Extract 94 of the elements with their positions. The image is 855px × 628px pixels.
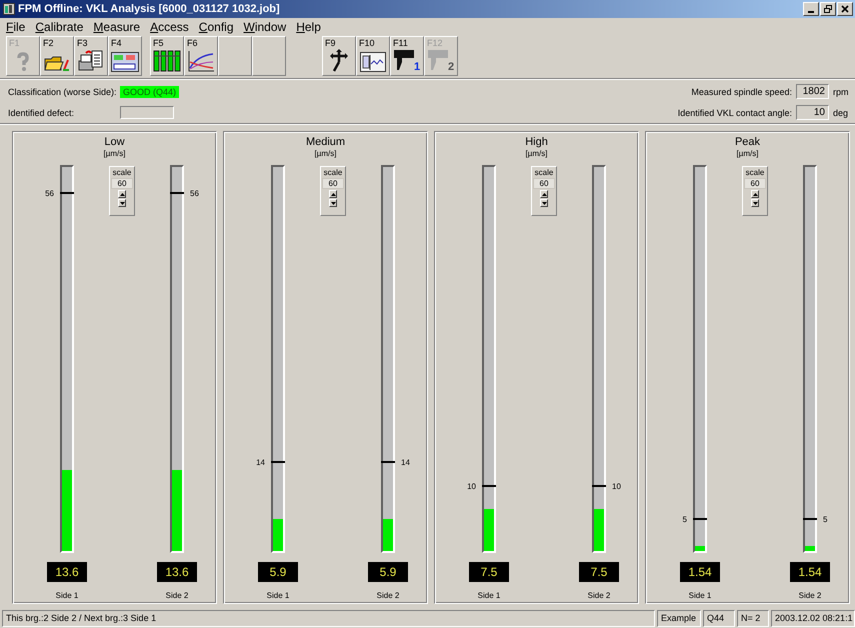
spin-down-button[interactable] (540, 199, 548, 207)
restore-icon (824, 5, 832, 13)
status-field: 2003.12.02 08:21:1 (771, 610, 855, 627)
restore-button[interactable] (820, 2, 836, 16)
spin-up-button[interactable] (329, 190, 337, 198)
threshold-label: 56 (190, 189, 199, 200)
scale-label: scale (746, 169, 764, 177)
move-arrows-icon (328, 48, 350, 72)
scale-field[interactable]: 60 (744, 178, 766, 189)
contact-angle-label: Identified VKL contact angle: (678, 108, 792, 118)
threshold-label: 5 (823, 515, 828, 526)
spindle-speed-field: 1802 (796, 84, 829, 99)
reading-display: 5.9 (368, 562, 408, 582)
threshold-label: 14 (256, 458, 265, 468)
toolbar-button[interactable]: F11 1 (390, 36, 424, 76)
panel-title: Peak (734, 136, 760, 148)
minimize-button[interactable] (803, 2, 819, 16)
toolbar-button[interactable] (252, 36, 286, 76)
reading-display: 1.54 (790, 562, 830, 582)
toolbar-button[interactable]: F5 (150, 36, 184, 76)
reading-display: 13.6 (157, 562, 197, 582)
unit-label: [µm/s] (526, 149, 548, 158)
scale-label: scale (324, 169, 342, 177)
threshold-label: 5 (682, 515, 687, 526)
toolbar-button[interactable] (218, 36, 252, 76)
threshold-label: 10 (467, 482, 476, 492)
menu-item[interactable]: Config (198, 20, 234, 34)
form-icon (111, 52, 139, 72)
side-label: Side 1 (56, 591, 78, 600)
classification-label: Classification (worse Side): (8, 86, 116, 96)
toolbar-button[interactable]: F2 (40, 36, 74, 76)
scale-field[interactable]: 60 (322, 178, 344, 189)
reading-display: 7.5 (469, 562, 509, 582)
status-field: Example (657, 610, 701, 627)
threshold-label: 10 (612, 482, 621, 492)
threshold-label: 14 (401, 458, 410, 468)
defect-field (120, 106, 174, 119)
contact-angle-field: 10 (796, 105, 829, 120)
spindle-speed-label: Measured spindle speed: (691, 86, 792, 96)
unit-label: [µm/s] (736, 149, 758, 158)
threshold-label: 56 (45, 189, 54, 200)
spin-up-button[interactable] (118, 190, 126, 198)
reading-display: 5.9 (258, 562, 298, 582)
window-title: FPM Offline: VKL Analysis [6000_031127 1032.job] (18, 3, 281, 15)
scope-display-icon (360, 52, 386, 72)
side-label: Side 2 (588, 591, 610, 600)
menu-item[interactable]: Measure (93, 20, 140, 34)
side-label: Side 1 (266, 591, 290, 600)
app-icon (3, 3, 15, 15)
defect-label: Identified defect: (8, 108, 76, 118)
spin-down-button[interactable] (329, 199, 337, 207)
side-label: Side 1 (478, 591, 500, 600)
menu-item[interactable]: Help (296, 20, 321, 34)
panel-title: Medium (306, 136, 346, 148)
unit-label: [µm/s] (104, 149, 126, 158)
classification-value: GOOD (Q44) (120, 86, 180, 98)
line-chart-icon (187, 50, 215, 72)
status-field: This brg.:2 Side 2 / Next brg.:3 Side 1 (2, 610, 655, 627)
close-button[interactable] (837, 2, 853, 16)
menu-item[interactable]: File (6, 20, 26, 34)
menu-item[interactable]: Access (150, 20, 189, 34)
unit-label: rpm (833, 86, 849, 96)
menu-item[interactable]: Window (244, 20, 286, 34)
side-label: Side 2 (798, 591, 822, 600)
unit-label: deg (833, 108, 849, 118)
spin-down-button[interactable] (118, 199, 126, 207)
scale-label: scale (534, 169, 554, 177)
scale-field[interactable]: 60 (533, 178, 555, 189)
menu-item[interactable]: Calibrate (35, 20, 84, 34)
spin-down-button[interactable] (751, 199, 759, 207)
help-icon (16, 52, 30, 72)
reading-display: 7.5 (579, 562, 619, 582)
reading-display: 1.54 (680, 562, 720, 582)
scale-label: scale (112, 169, 132, 177)
toolbar-button[interactable]: F3 (74, 36, 108, 76)
toolbar-button[interactable]: F9 (322, 36, 356, 76)
panel-title: Low (104, 136, 125, 148)
status-field: Q44 (703, 610, 735, 627)
scale-field[interactable]: 60 (111, 178, 133, 189)
reading-display: 13.6 (47, 562, 87, 582)
toolbar-button[interactable]: F4 (108, 36, 142, 76)
unit-label: [µm/s] (314, 149, 336, 158)
status-field: N= 2 (737, 610, 769, 627)
side-label: Side 2 (376, 591, 400, 600)
toolbar-button[interactable]: F10 (356, 36, 390, 76)
bar-meter-icon (153, 50, 181, 72)
spin-up-button[interactable] (540, 190, 548, 198)
side-label: Side 2 (166, 591, 188, 600)
close-icon (841, 5, 849, 13)
side-label: Side 1 (688, 591, 712, 600)
spin-up-button[interactable] (751, 190, 759, 198)
panel-title: High (525, 136, 548, 148)
toolbar-button[interactable]: F6 (184, 36, 218, 76)
printer-icon (78, 50, 104, 72)
